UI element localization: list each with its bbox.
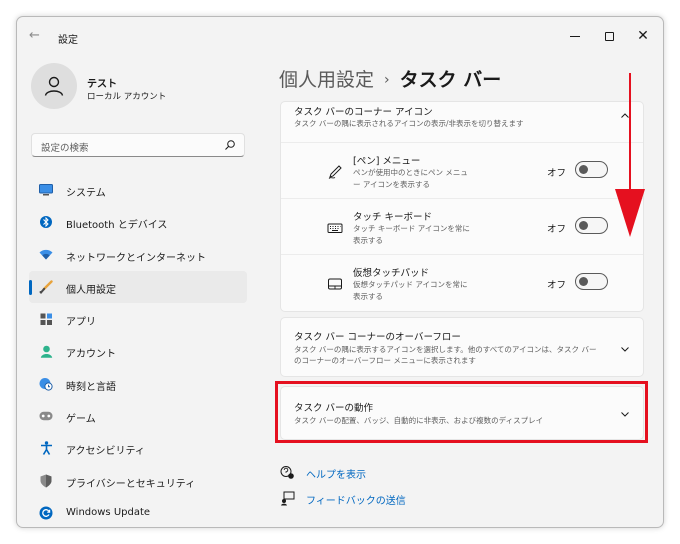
- apps-icon: [39, 312, 53, 326]
- back-arrow-icon[interactable]: ←: [29, 29, 45, 45]
- app-title: 設定: [58, 35, 78, 46]
- sidebar-item-label: プライバシーとセキュリティ: [66, 478, 196, 490]
- feedback-icon: [281, 491, 295, 506]
- sidebar-item-gaming[interactable]: ゲーム: [29, 400, 247, 432]
- sidebar-item-windows-update[interactable]: Windows Update: [29, 497, 247, 527]
- chevron-down-icon: [621, 347, 629, 352]
- maximize-button[interactable]: [592, 23, 626, 49]
- sidebar-item-system[interactable]: システム: [29, 174, 247, 206]
- touch-keyboard-row: タッチ キーボード タッチ キーボード アイコンを常に表示する オフ: [281, 198, 643, 254]
- globe-clock-icon: [39, 377, 53, 391]
- close-icon: ✕: [637, 28, 649, 44]
- highlight-box: [275, 381, 648, 443]
- corner-icons-title: タスク バーのコーナー アイコン: [294, 107, 433, 118]
- sidebar-item-accounts[interactable]: アカウント: [29, 335, 247, 367]
- breadcrumb-parent[interactable]: 個人用設定: [279, 69, 374, 91]
- breadcrumb-separator: ›: [384, 72, 390, 88]
- corner-overflow-title: タスク バー コーナーのオーバーフロー: [294, 332, 461, 343]
- sidebar-nav: システム Bluetooth とデバイス ネットワークとインターネット 個人用設…: [29, 174, 247, 527]
- shield-icon: [39, 474, 53, 488]
- scroll-down-arrow-icon: [615, 73, 645, 237]
- accessibility-icon: [39, 441, 53, 456]
- sidebar-item-bluetooth[interactable]: Bluetooth とデバイス: [29, 206, 247, 238]
- virtual-touchpad-row: 仮想タッチパッド 仮想タッチパッド アイコンを常に表示する オフ: [281, 254, 643, 310]
- sidebar-item-apps[interactable]: アプリ: [29, 303, 247, 335]
- user-name: テスト: [87, 79, 117, 90]
- sidebar-item-accessibility[interactable]: アクセシビリティ: [29, 432, 247, 464]
- account-icon: [39, 344, 53, 358]
- search-icon: [225, 140, 235, 150]
- sidebar-item-privacy[interactable]: プライバシーとセキュリティ: [29, 465, 247, 497]
- close-button[interactable]: ✕: [626, 23, 660, 49]
- keyboard-icon: [327, 223, 343, 233]
- touch-keyboard-title: タッチ キーボード: [353, 212, 433, 223]
- virtual-touchpad-title: 仮想タッチパッド: [353, 268, 430, 279]
- sidebar-item-label: ゲーム: [66, 414, 96, 426]
- minimize-button[interactable]: [558, 23, 592, 49]
- corner-overflow-description-line2: のコーナーのオーバーフロー メニューに表示されます: [294, 356, 476, 365]
- feedback-link-text: フィードバックの送信: [306, 496, 406, 507]
- corner-icons-section: タスク バーのコーナー アイコン タスク バーの隅に表示されるアイコンの表示/非…: [280, 101, 644, 312]
- virtual-touchpad-description: 仮想タッチパッド アイコンを常に表示する: [353, 280, 468, 301]
- touch-keyboard-toggle[interactable]: [575, 217, 608, 234]
- minimize-icon: [570, 35, 580, 37]
- settings-window: ← 設定 ✕ テスト ローカル アカウント 設定の検索 システム Bluetoo…: [16, 16, 664, 528]
- account-type: ローカル アカウント: [87, 92, 167, 102]
- search-input[interactable]: 設定の検索: [31, 133, 245, 157]
- corner-overflow-description-line1: タスク バーの隅に表示するアイコンを選択します。他のすべてのアイコンは、タスク …: [294, 345, 597, 354]
- sidebar-item-personalization[interactable]: 個人用設定: [29, 270, 247, 304]
- corner-overflow-card[interactable]: タスク バー コーナーのオーバーフロー タスク バーの隅に表示するアイコンを選択…: [280, 317, 644, 377]
- help-icon: [280, 466, 294, 479]
- sidebar-item-label: ネットワークとインターネット: [66, 252, 206, 264]
- sidebar-item-network[interactable]: ネットワークとインターネット: [29, 239, 247, 271]
- pen-menu-toggle-label: オフ: [547, 168, 567, 179]
- toggle-knob: [579, 221, 588, 230]
- user-icon: [44, 76, 64, 96]
- sidebar-item-label: アカウント: [66, 349, 116, 361]
- sidebar-item-time-language[interactable]: 時刻と言語: [29, 368, 247, 400]
- maximize-icon: [604, 31, 614, 41]
- search-placeholder: 設定の検索: [41, 143, 89, 154]
- touchpad-icon: [328, 278, 342, 290]
- sidebar-item-label: Bluetooth とデバイス: [66, 220, 168, 232]
- update-icon: [39, 506, 53, 520]
- sidebar-item-label: 個人用設定: [66, 284, 116, 296]
- virtual-touchpad-toggle-label: オフ: [547, 280, 567, 291]
- sidebar-item-label: Windows Update: [66, 506, 151, 518]
- pen-menu-toggle[interactable]: [575, 161, 608, 178]
- touch-keyboard-description: タッチ キーボード アイコンを常に表示する: [353, 224, 470, 245]
- sidebar-item-label: アクセシビリティ: [66, 446, 145, 458]
- toggle-knob: [579, 165, 588, 174]
- active-indicator: [29, 279, 32, 295]
- corner-icons-description: タスク バーの隅に表示されるアイコンの表示/非表示を切り替えます: [294, 119, 524, 128]
- virtual-touchpad-toggle[interactable]: [575, 273, 608, 290]
- title-bar: ← 設定 ✕: [17, 17, 663, 55]
- touch-keyboard-toggle-label: オフ: [547, 224, 567, 235]
- sidebar-item-label: 時刻と言語: [66, 381, 116, 393]
- brush-icon: [39, 280, 53, 294]
- pen-menu-row: [ペン] メニュー ペンが使用中のときにペン メニュー アイコンを表示する オフ: [281, 142, 643, 198]
- corner-icons-header[interactable]: タスク バーのコーナー アイコン タスク バーの隅に表示されるアイコンの表示/非…: [281, 102, 643, 142]
- page-title: タスク バー: [399, 69, 502, 91]
- sidebar-item-label: システム: [66, 188, 106, 199]
- bluetooth-icon: [39, 215, 53, 229]
- user-profile[interactable]: テスト ローカル アカウント: [31, 63, 271, 113]
- avatar: [31, 63, 77, 109]
- pen-menu-description: ペンが使用中のときにペン メニュー アイコンを表示する: [353, 168, 468, 189]
- wifi-icon: [39, 248, 53, 262]
- sidebar-item-label: アプリ: [66, 317, 96, 329]
- toggle-knob: [579, 277, 588, 286]
- help-link-text: ヘルプを表示: [306, 470, 366, 481]
- gamepad-icon: [39, 409, 53, 423]
- pen-menu-title: [ペン] メニュー: [353, 156, 421, 167]
- system-icon: [39, 183, 53, 197]
- breadcrumb: 個人用設定 › タスク バー: [279, 65, 501, 92]
- pen-icon: [328, 165, 342, 179]
